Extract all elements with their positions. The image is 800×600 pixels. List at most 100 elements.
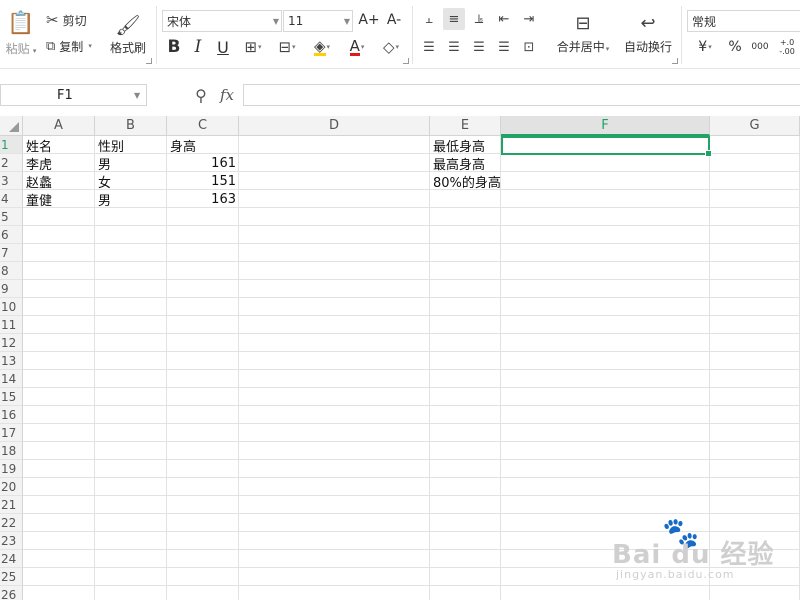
column-header-g[interactable]: G — [710, 116, 800, 136]
font-color-button[interactable]: A ▾ — [342, 36, 372, 58]
font-size-select[interactable]: 11 ▼ — [283, 10, 353, 32]
format-painter-button[interactable]: 🖌 格式刷 — [106, 8, 150, 60]
name-box[interactable]: F1 ▼ — [0, 84, 147, 106]
fx-icon: fx — [219, 86, 234, 104]
row-header-26[interactable]: 26 — [0, 586, 23, 600]
align-top-icon: ⫠ — [425, 11, 433, 27]
cell-c3[interactable]: 151 — [167, 172, 239, 190]
cell-c4[interactable]: 163 — [167, 190, 239, 208]
row-header-12[interactable]: 12 — [0, 334, 23, 352]
gridline-horizontal — [23, 369, 800, 370]
cut-button[interactable]: ✂ 剪切 — [46, 10, 87, 30]
divider — [412, 6, 413, 64]
align-center-icon: ☰ — [448, 39, 460, 55]
distributed-align-button[interactable]: ⊡ — [518, 36, 540, 58]
italic-button[interactable]: I — [188, 36, 208, 58]
cell-a2[interactable]: 李虎 — [23, 154, 95, 173]
align-left-button[interactable]: ☰ — [418, 36, 440, 58]
column-header-c[interactable]: C — [167, 116, 239, 136]
merge-center-button[interactable]: ⊟ 合并居中▾ — [550, 8, 616, 60]
row-header-25[interactable]: 25 — [0, 568, 23, 586]
currency-button[interactable]: ¥ ▾ — [690, 36, 720, 58]
column-header-a[interactable]: A — [23, 116, 95, 136]
font-name-select[interactable]: 宋体 ▼ — [162, 10, 282, 32]
paste-button[interactable]: 📋 粘贴 ▾ — [2, 6, 40, 62]
number-format-select[interactable]: 常规 — [687, 10, 800, 32]
grow-font-button[interactable]: A+ — [358, 10, 379, 30]
cell-c1[interactable]: 身高 — [167, 136, 239, 155]
row-header-4[interactable]: 4 — [0, 190, 23, 208]
row-header-2[interactable]: 2 — [0, 154, 23, 172]
cell-b1[interactable]: 性别 — [95, 136, 167, 155]
font-group-launcher[interactable] — [403, 58, 409, 64]
column-header-d[interactable]: D — [239, 116, 430, 136]
font-name-value: 宋体 — [167, 14, 192, 29]
row-header-21[interactable]: 21 — [0, 496, 23, 514]
cell-e2[interactable]: 最高身高 — [430, 154, 501, 173]
row-header-24[interactable]: 24 — [0, 550, 23, 568]
align-middle-button[interactable]: ≡ — [443, 8, 465, 30]
row-header-1[interactable]: 1 — [0, 136, 23, 154]
align-left-icon: ☰ — [423, 39, 435, 55]
decimal-buttons[interactable]: +.0 -.00 — [774, 36, 800, 58]
column-header-f[interactable]: F — [501, 116, 710, 136]
increase-indent-button[interactable]: ⇥ — [518, 8, 540, 30]
align-center-button[interactable]: ☰ — [443, 36, 465, 58]
cell-a3[interactable]: 赵蠡 — [23, 172, 95, 191]
bold-button[interactable]: B — [164, 36, 184, 58]
zoom-search-button[interactable]: ⚲ — [190, 84, 212, 106]
cell-e3[interactable]: 80%的身高 — [430, 172, 501, 191]
row-header-10[interactable]: 10 — [0, 298, 23, 316]
gridline-horizontal — [23, 279, 800, 280]
row-header-5[interactable]: 5 — [0, 208, 23, 226]
borders-button[interactable]: ⊞ ▾ — [238, 36, 268, 58]
cell-a1[interactable]: 姓名 — [23, 136, 95, 155]
row-header-18[interactable]: 18 — [0, 442, 23, 460]
decrease-indent-button[interactable]: ⇤ — [493, 8, 515, 30]
insert-function-button[interactable]: fx — [216, 84, 238, 106]
cell-c2[interactable]: 161 — [167, 154, 239, 172]
row-header-7[interactable]: 7 — [0, 244, 23, 262]
clear-button[interactable]: ◇ ▾ — [376, 36, 406, 58]
gridline-horizontal — [23, 495, 800, 496]
thousands-separator-button[interactable]: 000 — [748, 36, 772, 58]
align-top-button[interactable]: ⫠ — [418, 8, 440, 30]
row-header-8[interactable]: 8 — [0, 262, 23, 280]
row-header-22[interactable]: 22 — [0, 514, 23, 532]
row-header-3[interactable]: 3 — [0, 172, 23, 190]
formula-input[interactable] — [243, 84, 800, 106]
percent-button[interactable]: % — [724, 36, 746, 58]
cell-style-icon: ⊟ — [278, 38, 292, 56]
align-bottom-button[interactable]: ⫡ — [468, 8, 490, 30]
row-header-6[interactable]: 6 — [0, 226, 23, 244]
row-header-17[interactable]: 17 — [0, 424, 23, 442]
column-header-b[interactable]: B — [95, 116, 167, 136]
row-header-15[interactable]: 15 — [0, 388, 23, 406]
cell-b3[interactable]: 女 — [95, 172, 167, 191]
row-header-20[interactable]: 20 — [0, 478, 23, 496]
select-all-button[interactable] — [0, 116, 23, 136]
row-header-11[interactable]: 11 — [0, 316, 23, 334]
underline-button[interactable]: U — [212, 36, 234, 58]
wrap-text-button[interactable]: ↩ 自动换行 — [620, 8, 676, 60]
fill-pattern-button[interactable]: ⊟ ▾ — [272, 36, 302, 58]
clipboard-group-launcher[interactable] — [146, 58, 152, 64]
cell-a4[interactable]: 童健 — [23, 190, 95, 209]
watermark-sub: jingyan.baidu.com — [616, 568, 735, 581]
cell-b4[interactable]: 男 — [95, 190, 167, 209]
shrink-font-button[interactable]: A- — [384, 10, 404, 30]
align-right-button[interactable]: ☰ — [468, 36, 490, 58]
row-header-13[interactable]: 13 — [0, 352, 23, 370]
row-header-14[interactable]: 14 — [0, 370, 23, 388]
column-header-e[interactable]: E — [430, 116, 501, 136]
justify-button[interactable]: ☰ — [493, 36, 515, 58]
row-header-9[interactable]: 9 — [0, 280, 23, 298]
fill-color-button[interactable]: ◈ ▾ — [306, 36, 338, 58]
row-header-19[interactable]: 19 — [0, 460, 23, 478]
copy-button[interactable]: ⧉ 复制 ▾ — [46, 36, 92, 56]
row-header-23[interactable]: 23 — [0, 532, 23, 550]
cell-e1[interactable]: 最低身高 — [430, 136, 501, 155]
alignment-group-launcher[interactable] — [672, 58, 678, 64]
row-header-16[interactable]: 16 — [0, 406, 23, 424]
cell-b2[interactable]: 男 — [95, 154, 167, 173]
